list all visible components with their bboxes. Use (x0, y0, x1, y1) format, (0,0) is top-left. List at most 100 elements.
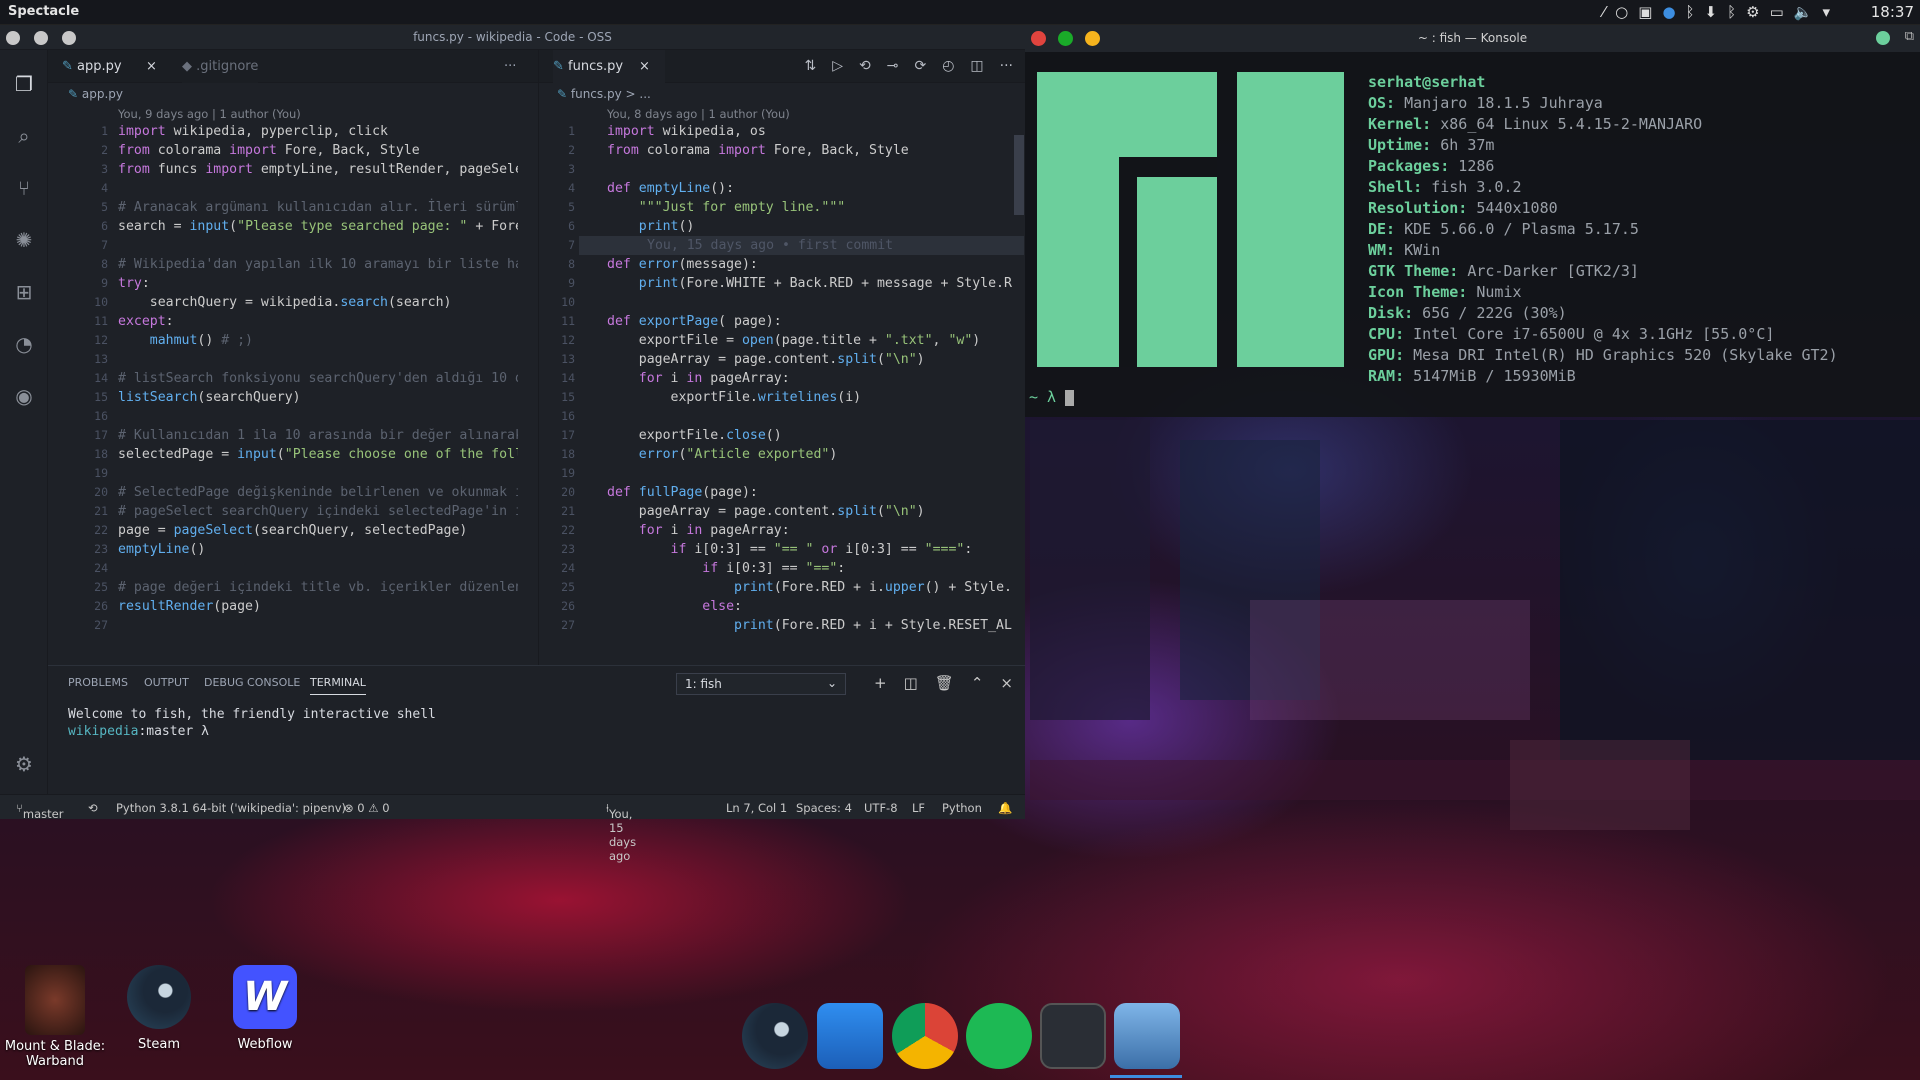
code-line: from colorama import Fore, Back, Style (607, 143, 909, 158)
line-ending[interactable]: LF (912, 801, 925, 815)
code-line: if i[0:3] == "==": (702, 561, 846, 576)
clock[interactable]: 18:37 (1871, 3, 1914, 21)
fetch-value: KWin (1395, 241, 1441, 259)
scrollbar[interactable] (1014, 135, 1024, 215)
dock-steam-icon[interactable] (742, 1003, 808, 1069)
dock-text-editor-icon[interactable] (817, 1003, 883, 1069)
json-icon[interactable]: ◉ (10, 382, 38, 410)
split-terminal-icon[interactable]: ◫ (904, 674, 918, 692)
git-blame-status[interactable]: ⍿ You, 15 days ago (606, 801, 636, 863)
dock-terminal-icon[interactable] (1040, 1003, 1106, 1069)
line-number: 10 (561, 295, 575, 309)
cpu-icon[interactable]: ▣ (1638, 3, 1652, 21)
dock-chrome-icon[interactable] (892, 1003, 958, 1069)
more-actions-icon[interactable]: ··· (504, 50, 516, 83)
source-control-icon[interactable]: ⑂ (10, 174, 38, 202)
code-line: pageArray = page.content.split("\n") (607, 352, 925, 367)
code-line: print(Fore.RED + i.upper() + Style.RE (734, 580, 1012, 595)
close-icon[interactable]: × (1000, 674, 1013, 692)
python-interpreter[interactable]: Python 3.8.1 64-bit ('wikipedia': pipenv… (116, 801, 346, 815)
debug-icon[interactable]: ✺ (10, 226, 38, 254)
user-host: serhat@serhat (1368, 73, 1486, 91)
explorer-icon[interactable]: ❐ (10, 70, 38, 98)
dock-spotify-icon[interactable] (966, 1003, 1032, 1069)
more-actions-icon[interactable]: ··· (1000, 58, 1013, 74)
fetch-row: Uptime: 6h 37m (1368, 135, 1838, 156)
volume-icon[interactable]: 🔈 (1794, 3, 1813, 21)
display-icon[interactable]: ▭ (1770, 3, 1784, 21)
tab-terminal[interactable]: TERMINAL (310, 676, 366, 695)
tab-gitignore[interactable]: ◆ .gitignore (182, 50, 259, 83)
restore-icon[interactable]: ⧉ (1905, 29, 1914, 44)
status-bar: ⑂ master ⟲ Python 3.8.1 64-bit ('wikiped… (0, 794, 1025, 863)
close-tab-icon[interactable]: × (639, 50, 650, 83)
indentation[interactable]: Spaces: 4 (796, 801, 852, 815)
terminal-output[interactable]: Welcome to fish, the friendly interactiv… (68, 706, 436, 740)
breadcrumb[interactable]: ✎ app.py (48, 83, 538, 105)
code-line: exportFile = open(page.title + ".txt", "… (607, 333, 981, 348)
desktop-icon-webflow[interactable]: W Webflow (210, 965, 320, 1052)
dock-spectacle-icon[interactable] (1114, 1003, 1180, 1069)
extensions-icon[interactable]: ⊞ (10, 278, 38, 306)
split-editor-icon[interactable]: ◫ (970, 58, 983, 74)
previous-change-icon[interactable]: ⟲ (859, 58, 871, 74)
language-mode[interactable]: Python (942, 801, 982, 815)
code-line: # Aranacak argümanı kullanıcıdan alır. İ… (118, 200, 518, 215)
line-number: 15 (561, 390, 575, 404)
close-tab-icon[interactable]: × (146, 50, 157, 83)
codelens-blame[interactable]: You, 8 days ago | 1 author (You) (539, 105, 1025, 122)
cursor-position[interactable]: Ln 7, Col 1 (726, 801, 787, 815)
circle-icon[interactable]: ○ (1615, 3, 1628, 21)
info-icon[interactable]: ● (1662, 3, 1675, 21)
codelens-blame[interactable]: You, 9 days ago | 1 author (You) (48, 105, 538, 122)
konsole-prompt[interactable]: ~ λ (1029, 388, 1075, 406)
settings-icon[interactable]: ⚙ (1746, 3, 1759, 21)
new-terminal-icon[interactable]: + (874, 674, 887, 692)
sync-icon[interactable]: ⟲ (88, 801, 98, 815)
terminal-select[interactable]: 1: fish ⌄ (676, 673, 846, 695)
git-branch[interactable]: ⑂ master (16, 801, 63, 821)
code-line: searchQuery = wikipedia.search(search) (118, 295, 452, 310)
tab-problems[interactable]: PROBLEMS (68, 676, 128, 689)
code-line: def emptyLine(): (607, 181, 735, 196)
tab-output[interactable]: OUTPUT (144, 676, 189, 689)
compare-icon[interactable]: ⇅ (804, 58, 816, 74)
encoding[interactable]: UTF-8 (864, 801, 898, 815)
fetch-row: GTK Theme: Arc-Darker [GTK2/3] (1368, 261, 1838, 282)
line-number: 12 (94, 333, 108, 347)
terminal-welcome: Welcome to fish, the friendly interactiv… (68, 707, 436, 722)
history-icon[interactable]: ◴ (942, 58, 954, 74)
download-icon[interactable]: ⬇ (1705, 3, 1718, 21)
fetch-row: Packages: 1286 (1368, 156, 1838, 177)
bluetooth-status-icon[interactable]: ᛒ (1727, 3, 1736, 21)
bluetooth-icon[interactable]: ᛒ (1686, 3, 1695, 21)
search-icon[interactable]: ⌕ (10, 122, 38, 150)
editor-right: ✎ funcs.py × ⇅ ▷ ⟲ ⊸ ⟳ ◴ ◫ ··· ✎ funcs.p… (538, 50, 1025, 665)
gitlens-icon[interactable]: ◔ (10, 330, 38, 358)
desktop-icon-steam[interactable]: Steam (104, 965, 214, 1052)
code-line: error("Article exported") (638, 447, 838, 462)
pen-icon[interactable]: ⁄ (1603, 3, 1606, 21)
tab-app-py[interactable]: ✎ app.py (62, 50, 122, 83)
desktop-icon-mount-blade[interactable]: Mount & Blade: Warband (0, 965, 110, 1069)
git-commit-icon[interactable]: ⊸ (887, 58, 899, 74)
problems-count[interactable]: ⊗ 0 ⚠ 0 (344, 801, 390, 815)
chevron-down-icon[interactable]: ▾ (1822, 3, 1830, 21)
trash-icon[interactable]: 🗑 (935, 674, 954, 692)
chevron-up-icon[interactable]: ⌃ (971, 674, 984, 692)
fetch-row: RAM: 5147MiB / 15930MiB (1368, 366, 1838, 387)
line-number: 6 (101, 219, 108, 233)
breadcrumb[interactable]: ✎ funcs.py > ... (539, 83, 1025, 105)
fetch-row: Disk: 65G / 222G (30%) (1368, 303, 1838, 324)
bell-icon[interactable]: 🔔 (998, 801, 1012, 815)
active-indicator (1110, 1075, 1182, 1078)
tab-debug-console[interactable]: DEBUG CONSOLE (204, 676, 300, 689)
status-dot-icon[interactable] (1876, 31, 1890, 45)
code-line: resultRender(page) (118, 599, 261, 614)
fetch-value: Arc-Darker [GTK2/3] (1458, 262, 1639, 280)
vscode-titlebar: funcs.py - wikipedia - Code - OSS (0, 25, 1025, 50)
next-change-icon[interactable]: ⟳ (914, 58, 926, 74)
gear-icon[interactable]: ⚙ (10, 750, 38, 778)
run-icon[interactable]: ▷ (832, 58, 843, 74)
fetch-row: OS: Manjaro 18.1.5 Juhraya (1368, 93, 1838, 114)
